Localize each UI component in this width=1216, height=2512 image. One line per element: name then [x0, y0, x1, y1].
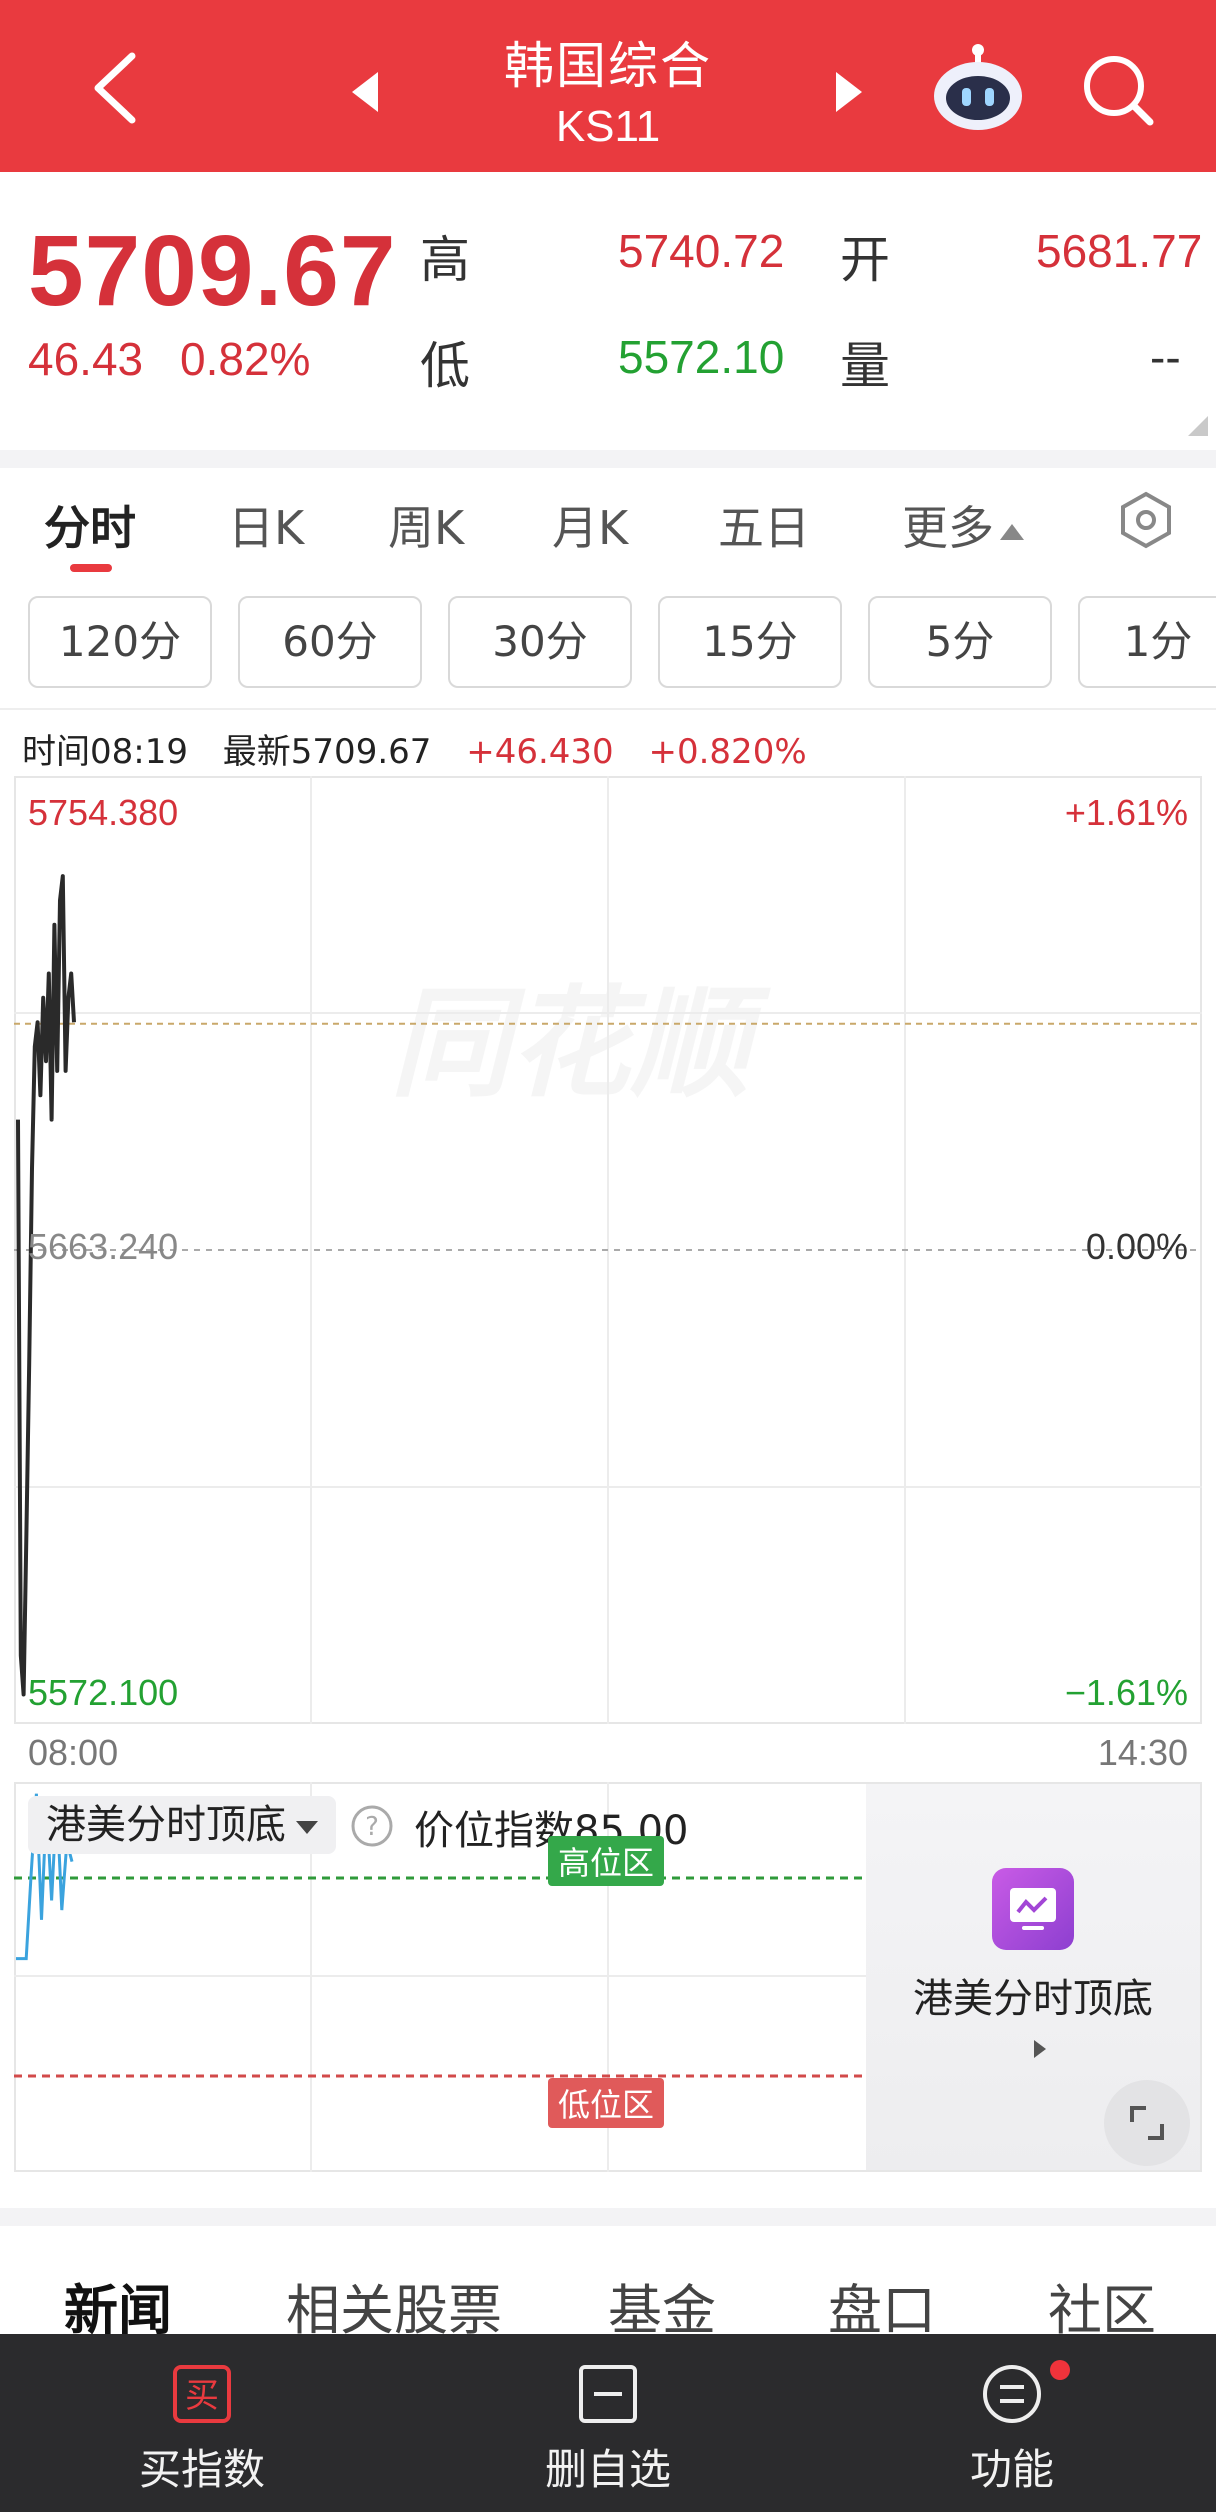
caret-down-icon: [296, 1820, 318, 1834]
high-value: 5740.72: [618, 225, 785, 277]
quote-summary: 5709.67 46.43 0.82% 高 5740.72 开 5681.77 …: [0, 172, 1216, 450]
minute-period-selector: 120分 60分 30分 15分 5分 1分: [0, 596, 1216, 692]
price-line: [16, 874, 76, 1697]
robot-assistant-icon[interactable]: [928, 40, 1028, 136]
caret-up-icon: [1000, 523, 1024, 540]
fullscreen-icon: [1130, 2106, 1164, 2140]
y-min-label: 5572.100: [28, 1672, 179, 1713]
buy-index-button[interactable]: 买 买指数: [72, 2364, 332, 2497]
volume-label: 量: [840, 337, 890, 395]
low-zone-tag: 低位区: [548, 2078, 665, 2128]
high-zone-tag: 高位区: [548, 1836, 665, 1886]
x-end-label: 14:30: [1097, 1732, 1188, 1773]
low-label: 低: [420, 337, 470, 395]
pct-min-label: −1.61%: [1064, 1672, 1188, 1713]
tab-five-day[interactable]: 五日: [718, 492, 810, 558]
svg-text:?: ?: [365, 1812, 379, 1842]
promo-card-title: 港美分时顶底: [913, 1976, 1153, 2022]
info-change-pct: +0.820%: [648, 732, 807, 772]
index-code: KS11: [555, 102, 661, 151]
minute-5-button[interactable]: 5分: [868, 596, 1052, 688]
search-icon[interactable]: [1078, 50, 1158, 130]
notification-dot: [1050, 2360, 1070, 2380]
pct-mid-label: 0.00%: [1085, 1226, 1188, 1267]
bottom-action-bar: 买 买指数 删自选 功能: [0, 2334, 1216, 2512]
pct-max-label: +1.61%: [1064, 792, 1188, 833]
menu-lines-icon: [983, 2365, 1041, 2423]
buy-icon: 买: [173, 2365, 231, 2423]
volume-value: --: [1150, 331, 1181, 383]
y-max-label: 5754.380: [28, 792, 179, 833]
info-time: 时间08:19: [22, 732, 188, 772]
expand-corner-icon[interactable]: [1188, 416, 1208, 436]
remove-watchlist-icon: [579, 2365, 637, 2423]
function-menu-button[interactable]: 功能: [882, 2364, 1142, 2497]
high-label: 高: [420, 231, 470, 289]
previous-index-icon[interactable]: [348, 70, 382, 114]
settings-hexagon-icon[interactable]: [1116, 490, 1176, 550]
low-value: 5572.10: [618, 331, 785, 383]
x-start-label: 08:00: [28, 1732, 119, 1773]
index-name: 韩国综合: [504, 37, 712, 95]
tab-daily-k[interactable]: 日K: [228, 492, 304, 558]
tab-weekly-k[interactable]: 周K: [388, 492, 464, 558]
indicator-selector[interactable]: 港美分时顶底: [28, 1796, 336, 1854]
section-divider-2: [0, 2208, 1216, 2226]
next-index-icon[interactable]: [832, 70, 866, 114]
price-change: 46.43: [28, 333, 144, 385]
minute-15-button[interactable]: 15分: [658, 596, 842, 688]
news-tabs: 新闻 相关股票 基金 盘口 社区: [0, 2226, 1216, 2342]
price-change-percent: 0.82%: [180, 333, 311, 385]
info-latest: 最新5709.67: [222, 732, 432, 772]
minute-120-button[interactable]: 120分: [28, 596, 212, 688]
minute-1-button[interactable]: 1分: [1078, 596, 1216, 688]
remove-watchlist-button[interactable]: 删自选: [478, 2364, 738, 2497]
play-arrow-icon: [1034, 2040, 1046, 2058]
svg-text:买: 买: [185, 2376, 219, 2416]
active-tab-indicator: [70, 564, 112, 572]
buy-index-label: 买指数: [138, 2445, 265, 2494]
minute-60-button[interactable]: 60分: [238, 596, 422, 688]
top-header: 韩国综合 KS11: [0, 0, 1216, 172]
tab-intraday[interactable]: 分时: [44, 492, 136, 558]
back-arrow-icon[interactable]: [80, 48, 150, 128]
function-label: 功能: [969, 2445, 1054, 2494]
tab-monthly-k[interactable]: 月K: [552, 492, 628, 558]
open-value: 5681.77: [1036, 225, 1203, 277]
y-mid-label: 5663.240: [28, 1226, 179, 1267]
chart-info-line: 时间08:19 最新5709.67 +46.430 +0.820%: [22, 724, 831, 773]
info-change: +46.430: [466, 732, 614, 772]
help-icon[interactable]: ?: [350, 1804, 394, 1848]
thin-divider: [0, 708, 1216, 710]
tab-more-label: 更多: [902, 501, 994, 555]
monitor-chart-icon: [992, 1868, 1074, 1950]
current-price: 5709.67: [28, 215, 397, 327]
indicator-name: 港美分时顶底: [46, 1802, 286, 1848]
open-label: 开: [840, 231, 890, 289]
tab-more[interactable]: 更多: [902, 492, 1024, 558]
period-tabs: 分时 日K 周K 月K 五日 更多: [0, 466, 1216, 576]
fullscreen-button[interactable]: [1104, 2080, 1190, 2166]
minute-30-button[interactable]: 30分: [448, 596, 632, 688]
price-line-chart: [14, 776, 1202, 1724]
remove-watchlist-label: 删自选: [544, 2445, 671, 2494]
